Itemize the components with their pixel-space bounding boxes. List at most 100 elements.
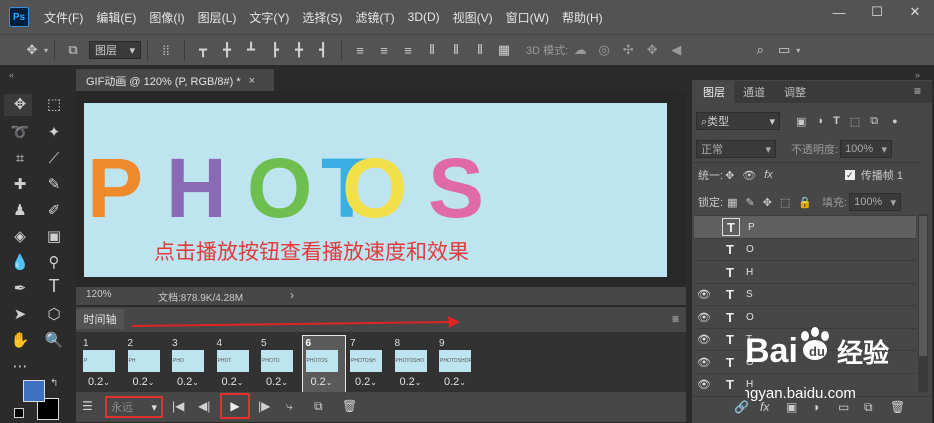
frame-delay[interactable]: 0.2⌄ [222, 376, 244, 388]
close-icon[interactable]: ✕ [896, 0, 934, 24]
more-tools-icon[interactable]: ⋯ [8, 354, 32, 378]
gradient-icon[interactable]: ▣ [42, 224, 66, 248]
orbit-3d-icon[interactable]: ☁ [568, 39, 592, 61]
frame-delay[interactable]: 0.2⌄ [355, 376, 377, 388]
collapse-toolbar-icon[interactable]: « [9, 70, 14, 80]
marquee-tool-icon[interactable]: ⬚ [42, 92, 66, 116]
menu-select[interactable]: 选择(S) [302, 9, 342, 26]
menu-help[interactable]: 帮助(H) [562, 9, 603, 26]
lock-position-icon[interactable]: ✥ [763, 196, 772, 209]
layer-row[interactable]: TO [694, 237, 916, 261]
frame-delay[interactable]: 0.2⌄ [400, 376, 422, 388]
frame-delay[interactable]: 0.2⌄ [88, 376, 110, 388]
auto-align-icon[interactable]: ▦ [492, 39, 516, 61]
healing-brush-icon[interactable]: ✚ [8, 172, 32, 196]
timeline-frame[interactable]: 3 PHO 0.2⌄ [169, 336, 211, 392]
default-colors-icon[interactable] [14, 408, 24, 418]
lock-artboard-icon[interactable]: ⬚ [780, 196, 790, 209]
timeline-frame[interactable]: 4 PHOT 0.2⌄ [214, 336, 256, 392]
menu-window[interactable]: 窗口(W) [506, 9, 549, 26]
pan-3d-icon[interactable]: ✣ [616, 39, 640, 61]
first-frame-icon[interactable]: |◀ [172, 394, 184, 418]
filter-shape-icon[interactable]: ⬚ [850, 115, 860, 128]
brush-tool-icon[interactable]: ✎ [42, 172, 66, 196]
tab-adjustments[interactable]: 调整 [774, 81, 816, 103]
menu-filter[interactable]: 滤镜(T) [355, 9, 394, 26]
previous-frame-icon[interactable]: ◀| [198, 394, 210, 418]
opacity-field[interactable]: 100% ▾ [840, 140, 893, 158]
tab-channels[interactable]: 通道 [734, 81, 774, 103]
eye-icon[interactable]: 👁 [694, 311, 714, 324]
loop-options-select[interactable]: 永远 ▾ [105, 396, 163, 418]
unify-style-icon[interactable]: fx [764, 169, 773, 181]
menu-3d[interactable]: 3D(D) [408, 10, 440, 24]
align-top-icon[interactable]: ┳ [191, 39, 215, 61]
filter-type-icon[interactable]: T [833, 115, 840, 127]
duplicate-frame-icon[interactable]: ⧉ [314, 394, 323, 418]
kind-filter-select[interactable]: ⌕类型 ▾ [696, 112, 780, 130]
panel-menu-icon[interactable]: ≡ [672, 312, 679, 326]
foreground-color-swatch[interactable] [23, 380, 45, 402]
zoom-tool-icon[interactable]: 🔍 [42, 328, 66, 352]
auto-select-icon[interactable]: ⧉ [61, 39, 85, 61]
distribute-bottom-icon[interactable]: ≡ [396, 39, 420, 61]
panel-menu-icon[interactable]: ≡ [914, 84, 921, 98]
clone-stamp-icon[interactable]: ♟ [8, 198, 32, 222]
magic-wand-icon[interactable]: ✦ [42, 120, 66, 144]
pen-tool-icon[interactable]: ✒ [8, 276, 32, 300]
propagate-checkbox[interactable]: ✓ [844, 170, 855, 180]
status-menu-arrow[interactable]: › [290, 288, 294, 302]
timeline-frame[interactable]: 7 PHOTOSH 0.2⌄ [347, 336, 389, 392]
shape-tool-icon[interactable]: ⬡ [42, 302, 66, 326]
eye-icon[interactable]: 👁 [694, 356, 714, 369]
lock-paint-icon[interactable]: ✎ [745, 196, 754, 209]
timeline-frame[interactable]: 1 P 0.2⌄ [80, 336, 122, 392]
timeline-frame[interactable]: 9 PHOTOSHOP 0.2⌄ [436, 336, 478, 392]
unify-position-icon[interactable]: ✥ [725, 169, 734, 182]
filter-smart-icon[interactable]: ⧉ [870, 115, 878, 128]
eyedropper-icon[interactable]: ⟋ [42, 146, 66, 170]
move-tool-icon[interactable]: ✥ [8, 92, 32, 116]
distribute-top-icon[interactable]: ≡ [348, 39, 372, 61]
swap-colors-icon[interactable]: ↰ [50, 378, 58, 389]
align-right-icon[interactable]: ┫ [311, 39, 335, 61]
camera-3d-icon[interactable]: ◀ [664, 39, 688, 61]
blur-tool-icon[interactable]: 💧 [8, 250, 32, 274]
maximize-icon[interactable]: ☐ [858, 0, 896, 24]
align-left-icon[interactable]: ┣ [263, 39, 287, 61]
zoom-level[interactable]: 120% [86, 289, 112, 300]
lasso-tool-icon[interactable]: ➰ [8, 120, 32, 144]
unify-visibility-icon[interactable]: 👁 [742, 169, 756, 182]
roll-3d-icon[interactable]: ◎ [592, 39, 616, 61]
collapse-panels-icon[interactable]: » [915, 70, 920, 80]
path-select-icon[interactable]: ➤ [8, 302, 32, 326]
convert-timeline-icon[interactable]: ☰ [82, 394, 93, 418]
minimize-icon[interactable]: — [820, 0, 858, 24]
frame-delay[interactable]: 0.2⌄ [444, 376, 466, 388]
fill-field[interactable]: 100% ▾ [849, 193, 902, 211]
timeline-frame[interactable]: 6 PHOTOS 0.2⌄ [301, 335, 346, 393]
align-bottom-icon[interactable]: ┻ [239, 39, 263, 61]
filter-adjust-icon[interactable]: ◑ [816, 115, 823, 127]
eye-icon[interactable]: 👁 [694, 333, 714, 346]
history-brush-icon[interactable]: ✐ [42, 198, 66, 222]
layer-row[interactable]: 👁 T S [694, 282, 916, 306]
timeline-frame[interactable]: 8 PHOTOSHO 0.2⌄ [392, 336, 434, 392]
slide-3d-icon[interactable]: ✥ [640, 39, 664, 61]
lock-pixels-icon[interactable]: ▦ [727, 196, 737, 209]
layer-row[interactable]: TH [694, 260, 916, 283]
timeline-tab[interactable]: 时间轴 [76, 309, 124, 329]
frame-delay[interactable]: 0.2⌄ [266, 376, 288, 388]
document-canvas[interactable]: P H O T O S 点击播放按钮查看播放速度和效果 [84, 103, 667, 277]
tab-layers[interactable]: 图层 [694, 81, 734, 103]
type-tool-icon[interactable]: T [42, 274, 66, 298]
frame-delay[interactable]: 0.2⌄ [133, 376, 155, 388]
distribute-hcenter-icon[interactable]: ⦀ [444, 39, 468, 61]
lock-all-icon[interactable]: 🔒 [798, 196, 812, 209]
dodge-tool-icon[interactable]: ⚲ [42, 250, 66, 274]
timeline-frame[interactable]: 5 PHOTO 0.2⌄ [258, 336, 300, 392]
menu-file[interactable]: 文件(F) [44, 9, 83, 26]
eye-icon[interactable]: 👁 [694, 288, 714, 301]
eraser-icon[interactable]: ◈ [8, 224, 32, 248]
search-icon[interactable]: ⌕ [748, 39, 772, 61]
